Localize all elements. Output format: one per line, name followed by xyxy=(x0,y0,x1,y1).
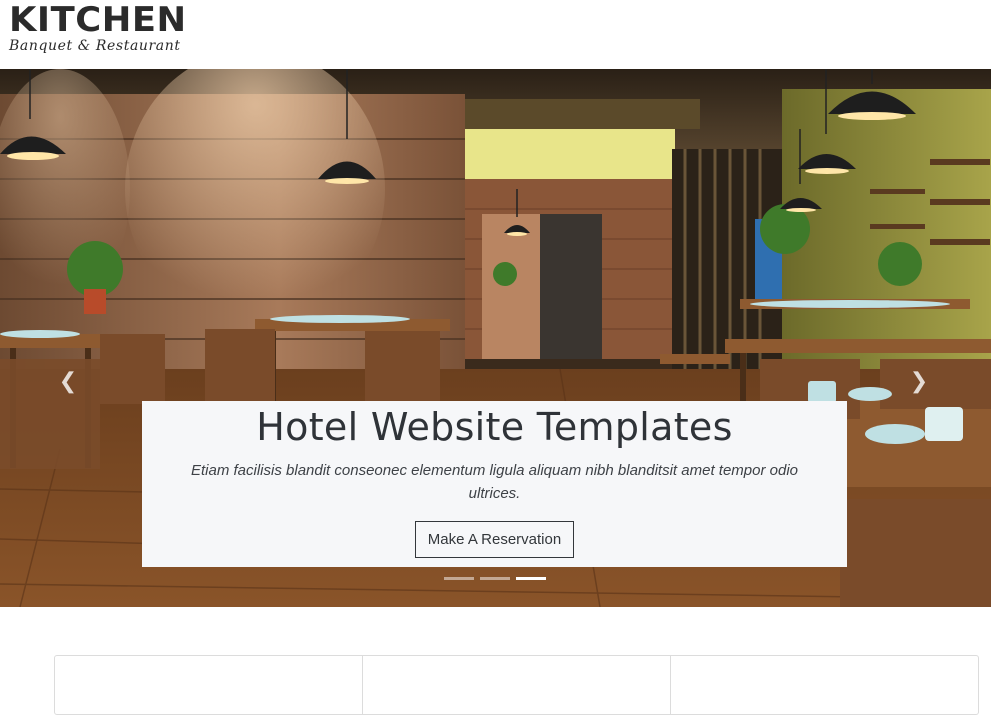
feature-cards xyxy=(54,655,979,715)
carousel-prev-button[interactable]: ❮ xyxy=(54,365,82,397)
feature-card xyxy=(671,656,978,714)
make-reservation-button[interactable]: Make A Reservation xyxy=(414,521,575,558)
chevron-right-icon: ❯ xyxy=(909,368,929,393)
brand-logo[interactable]: KITCHEN Banquet & Restaurant xyxy=(9,3,186,54)
carousel-indicator-3[interactable] xyxy=(516,577,546,580)
carousel-next-button[interactable]: ❯ xyxy=(905,365,933,397)
feature-card xyxy=(363,656,671,714)
carousel-indicator-1[interactable] xyxy=(444,577,474,580)
feature-card xyxy=(55,656,363,714)
slide-caption: Hotel Website Templates Etiam facilisis … xyxy=(142,401,847,567)
slide-description: Etiam facilisis blandit conseonec elemen… xyxy=(191,462,798,502)
hero-carousel: ❮ ❯ Hotel Website Templates Etiam facili… xyxy=(0,69,991,607)
carousel-indicator-2[interactable] xyxy=(480,577,510,580)
chevron-left-icon: ❮ xyxy=(58,368,78,393)
slide-title: Hotel Website Templates xyxy=(256,405,733,449)
carousel-indicators xyxy=(444,577,546,580)
brand-tagline: Banquet & Restaurant xyxy=(9,38,181,54)
brand-name: KITCHEN xyxy=(9,0,187,40)
